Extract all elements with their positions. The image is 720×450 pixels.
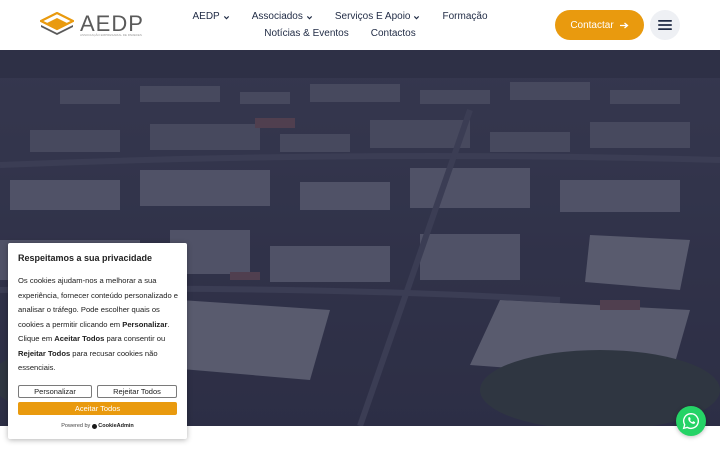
whatsapp-icon	[682, 412, 699, 430]
logo-tagline: ASSOCIAÇÃO EMPRESARIAL DE PAREDES	[80, 33, 142, 37]
contact-button-label: Contactar	[570, 19, 614, 31]
aedp-logo-icon	[40, 12, 74, 35]
nav-item-label: Formação	[442, 11, 488, 22]
chevron-down-icon	[306, 15, 312, 19]
cookie-accept-all-button[interactable]: Aceitar Todos	[18, 402, 177, 415]
nav-row-primary: AEDP Associados Serviços E Apoio Formação	[193, 9, 488, 25]
nav-item-label: AEDP	[192, 11, 220, 22]
cookie-customize-button[interactable]: Personalizar	[18, 385, 92, 398]
chevron-down-icon	[414, 15, 420, 19]
chevron-down-icon	[223, 15, 229, 19]
contact-button[interactable]: Contactar	[555, 10, 644, 40]
main-nav: AEDP Associados Serviços E Apoio Formação N…	[193, 9, 488, 42]
hamburger-icon	[658, 20, 672, 30]
cookieadmin-logo: CookieAdmin	[92, 423, 134, 429]
nav-item-label: Contactos	[370, 28, 416, 39]
nav-item-not-cias-eventos[interactable]: Notícias & Eventos	[264, 26, 348, 42]
cookieadmin-brand: CookieAdmin	[98, 423, 134, 429]
nav-row-secondary: Notícias & Eventos Contactos	[195, 26, 485, 42]
logo-wordmark: AEDP	[80, 11, 144, 36]
nav-item-associados[interactable]: Associados	[252, 9, 313, 25]
cookie-description: Os cookies ajudam-nos a melhorar a sua e…	[18, 274, 180, 376]
nav-item-label: Associados	[251, 11, 303, 22]
cookie-strong-reject: Rejeitar Todos	[18, 348, 71, 358]
cookie-text-3: para consentir ou	[104, 334, 166, 343]
nav-item-forma-o[interactable]: Formação	[442, 9, 487, 25]
cookie-powered-by[interactable]: Powered by CookieAdmin	[8, 423, 187, 429]
powered-by-label: Powered by	[61, 423, 91, 429]
nav-item-servi-os-e-apoio[interactable]: Serviços E Apoio	[335, 9, 421, 25]
arrow-right-icon	[619, 22, 629, 28]
cookie-consent-banner: Respeitamos a sua privacidade Os cookies…	[8, 243, 187, 439]
hamburger-menu-button[interactable]	[650, 10, 680, 40]
cookieadmin-icon	[92, 423, 98, 429]
cookie-reject-all-button[interactable]: Rejeitar Todos	[97, 385, 177, 398]
nav-item-label: Notícias & Eventos	[264, 28, 349, 39]
cookie-title: Respeitamos a sua privacidade	[18, 253, 153, 263]
cookie-strong-accept: Aceitar Todos	[54, 334, 105, 343]
nav-item-contactos[interactable]: Contactos	[371, 26, 416, 42]
whatsapp-chat-button[interactable]	[676, 406, 706, 436]
nav-item-aedp[interactable]: AEDP	[193, 9, 230, 25]
nav-item-label: Serviços E Apoio	[334, 11, 411, 22]
site-header: AEDP ASSOCIAÇÃO EMPRESARIAL DE PAREDES A…	[0, 0, 720, 50]
cookie-strong-customize: Personalizar	[122, 319, 168, 329]
